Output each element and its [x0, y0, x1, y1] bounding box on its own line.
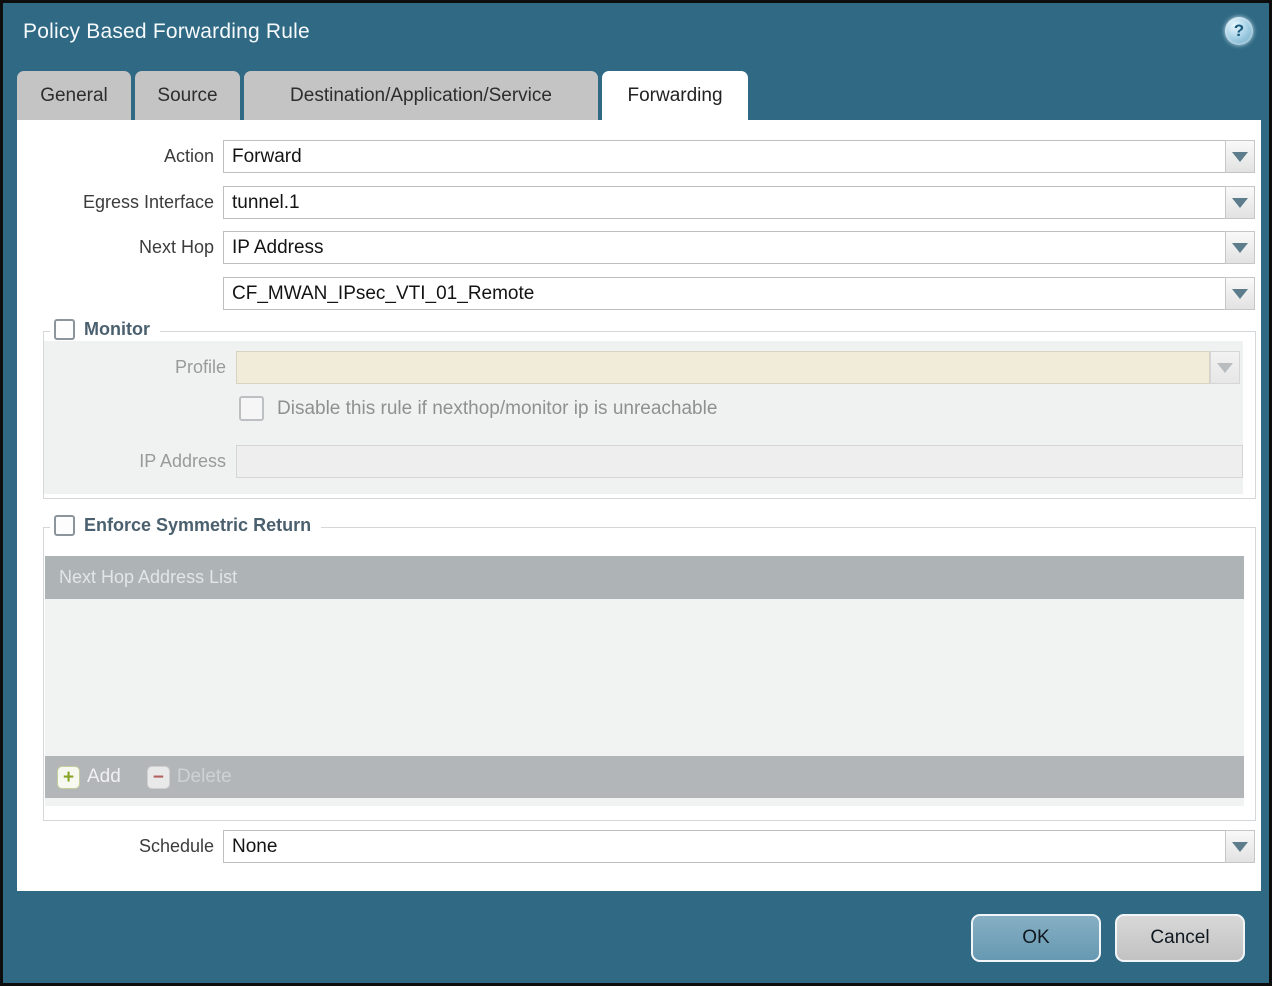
ok-button[interactable]: OK: [971, 914, 1101, 962]
next-hop-address-list-body[interactable]: [45, 599, 1244, 756]
profile-dropdown-button: [1210, 351, 1240, 384]
next-hop-address-list-table: Next Hop Address List + Add − Delete: [45, 556, 1244, 806]
minus-icon: −: [147, 766, 170, 789]
enforce-symmetric-return-legend-label: Enforce Symmetric Return: [84, 515, 311, 536]
add-button-label: Add: [87, 766, 121, 788]
next-hop-address-list-toolbar: + Add − Delete: [45, 756, 1244, 798]
chevron-down-icon: [1232, 243, 1248, 253]
monitor-ip-address-label: IP Address: [44, 445, 226, 478]
forwarding-tab-panel: Action Forward Egress Interface tunnel.1…: [17, 120, 1261, 891]
enforce-symmetric-return-fieldset: Enforce Symmetric Return Next Hop Addres…: [43, 527, 1256, 821]
next-hop-type-dropdown-button[interactable]: [1225, 231, 1255, 264]
tab-general[interactable]: General: [17, 71, 131, 120]
add-button[interactable]: + Add: [57, 766, 121, 789]
profile-label: Profile: [44, 351, 226, 384]
enforce-symmetric-return-legend: Enforce Symmetric Return: [50, 515, 321, 536]
egress-interface-dropdown-button[interactable]: [1225, 186, 1255, 219]
next-hop-type-field[interactable]: IP Address: [223, 231, 1226, 264]
action-dropdown-button[interactable]: [1225, 140, 1255, 173]
tab-destination-application-service[interactable]: Destination/Application/Service: [244, 71, 598, 120]
monitor-fieldset: Monitor Profile Disable this rule if nex…: [43, 331, 1256, 499]
action-label: Action: [17, 140, 214, 173]
tab-source[interactable]: Source: [135, 71, 240, 120]
chevron-down-icon: [1232, 842, 1248, 852]
table-bottom-strip: [45, 798, 1244, 806]
action-field[interactable]: Forward: [223, 140, 1226, 173]
next-hop-address-list-header: Next Hop Address List: [45, 556, 1244, 599]
schedule-dropdown-button[interactable]: [1225, 830, 1255, 863]
next-hop-label: Next Hop: [17, 231, 214, 264]
next-hop-address-field[interactable]: CF_MWAN_IPsec_VTI_01_Remote: [223, 277, 1226, 310]
schedule-field[interactable]: None: [223, 830, 1226, 863]
help-icon[interactable]: ?: [1225, 17, 1253, 45]
chevron-down-icon: [1232, 289, 1248, 299]
monitor-checkbox[interactable]: [54, 319, 75, 340]
chevron-down-icon: [1232, 152, 1248, 162]
plus-icon: +: [57, 766, 80, 789]
cancel-button[interactable]: Cancel: [1115, 914, 1245, 962]
egress-interface-field[interactable]: tunnel.1: [223, 186, 1226, 219]
delete-button-label: Delete: [177, 766, 232, 788]
disable-rule-row: Disable this rule if nexthop/monitor ip …: [239, 396, 717, 421]
next-hop-address-dropdown-button[interactable]: [1225, 277, 1255, 310]
dialog-title: Policy Based Forwarding Rule: [23, 20, 310, 44]
monitor-legend: Monitor: [50, 319, 160, 340]
egress-interface-label: Egress Interface: [17, 186, 214, 219]
profile-field: [236, 351, 1210, 384]
policy-based-forwarding-dialog: { "dialog": { "title": "Policy Based For…: [0, 0, 1272, 986]
delete-button: − Delete: [147, 766, 232, 789]
chevron-down-icon: [1217, 363, 1233, 373]
disable-rule-checkbox: [239, 396, 264, 421]
monitor-legend-label: Monitor: [84, 319, 150, 340]
tab-bar: General Source Destination/Application/S…: [17, 71, 748, 120]
enforce-symmetric-return-checkbox[interactable]: [54, 515, 75, 536]
tab-forwarding[interactable]: Forwarding: [602, 71, 748, 120]
monitor-ip-address-field: [236, 445, 1243, 478]
disable-rule-label: Disable this rule if nexthop/monitor ip …: [277, 398, 717, 420]
monitor-body: Profile Disable this rule if nexthop/mon…: [44, 341, 1243, 494]
chevron-down-icon: [1232, 198, 1248, 208]
schedule-label: Schedule: [17, 830, 214, 863]
